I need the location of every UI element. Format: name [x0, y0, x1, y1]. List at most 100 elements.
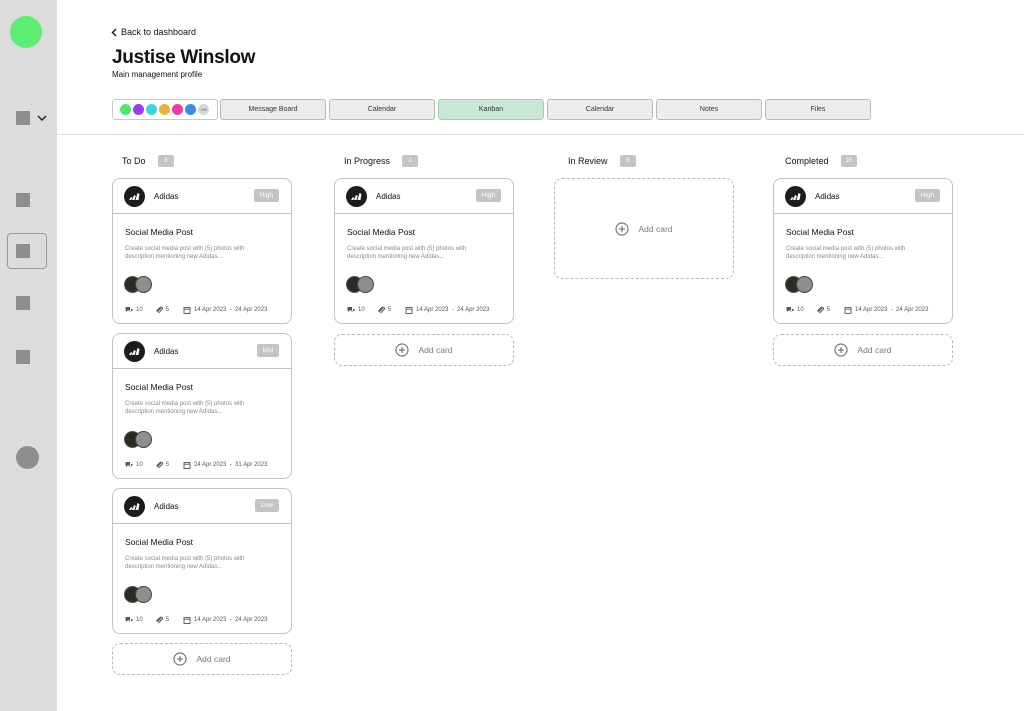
plus-circle-icon: [615, 221, 630, 236]
card-dates: 14 Apr 2023 - 24 Apr 2023: [855, 307, 929, 313]
card-header: Adidas High: [774, 179, 952, 214]
calendar-icon: [183, 307, 191, 314]
back-to-dashboard-link[interactable]: Back to dashboard: [111, 27, 196, 37]
card-assignees[interactable]: [785, 276, 821, 293]
sidebar-nav-icon-3[interactable]: [16, 296, 30, 310]
card-brand: Adidas: [376, 191, 401, 201]
member-avatar: [120, 104, 131, 115]
workspace-icon[interactable]: [16, 111, 30, 125]
plus-circle-icon: [173, 652, 188, 666]
column-title: In Progress: [344, 156, 391, 166]
column-header-completed: Completed 10: [785, 155, 857, 167]
comment-icon: [125, 307, 133, 312]
paperclip-icon: [155, 616, 163, 624]
column-title: To Do: [122, 156, 146, 166]
column-header-in-review: In Review 0: [568, 155, 636, 167]
app-logo[interactable]: [10, 16, 42, 48]
card-header: Adidas High: [335, 179, 513, 214]
card-description: Create social media post with (5) photos…: [125, 401, 245, 415]
chevron-left-icon: [111, 28, 117, 36]
column-header-todo: To Do 3: [122, 155, 174, 167]
card-dates: 14 Apr 2023 - 24 Apr 2023: [194, 617, 268, 623]
page-subtitle: Main management profile: [112, 70, 203, 79]
back-label: Back to dashboard: [121, 27, 197, 37]
attachment-count: 5: [165, 307, 170, 313]
task-card[interactable]: Adidas High Social Media Post Create soc…: [334, 178, 514, 324]
column-count-badge: 3: [157, 155, 174, 167]
attachment-count: 5: [165, 617, 170, 623]
task-card[interactable]: Adidas High Social Media Post Create soc…: [112, 178, 292, 324]
paperclip-icon: [155, 461, 163, 469]
add-card-button-todo[interactable]: Add card: [112, 643, 292, 675]
add-card-label: Add card: [638, 223, 673, 234]
card-description: Create social media post with (5) photos…: [786, 246, 906, 260]
add-card-button-in-review[interactable]: Add card: [554, 178, 734, 279]
card-dates: 14 Apr 2023 - 24 Apr 2023: [416, 307, 490, 313]
comment-count: 10: [136, 307, 143, 313]
card-description: Create social media post with (5) photos…: [125, 246, 245, 260]
card-brand: Adidas: [815, 191, 840, 201]
add-card-button-completed[interactable]: Add card: [773, 334, 953, 366]
priority-badge: High: [914, 189, 940, 202]
adidas-logo-icon: [124, 185, 145, 207]
card-header: Adidas High: [113, 179, 291, 214]
card-header: Adidas Mid: [113, 334, 291, 369]
chevron-down-icon[interactable]: [36, 112, 48, 124]
sidebar-nav-icon-2[interactable]: [16, 244, 30, 258]
task-card[interactable]: Adidas Low Social Media Post Create soci…: [112, 488, 292, 634]
task-card[interactable]: Adidas High Social Media Post Create soc…: [773, 178, 953, 324]
paperclip-icon: [816, 306, 824, 314]
tab-files[interactable]: Files: [765, 99, 871, 120]
priority-badge: Mid: [256, 344, 279, 357]
sidebar-nav-icon-1[interactable]: [16, 193, 30, 207]
more-members-badge: +99: [198, 104, 209, 115]
add-card-label: Add card: [196, 654, 231, 664]
sidebar: [0, 0, 57, 711]
plus-circle-icon: [395, 343, 410, 357]
member-avatar: [146, 104, 157, 115]
task-card[interactable]: Adidas Mid Social Media Post Create soci…: [112, 333, 292, 479]
member-avatar: [172, 104, 183, 115]
card-footer: 10 5 14 Apr 2023 - 24 Apr 2023: [125, 616, 285, 624]
sidebar-nav-icon-4[interactable]: [16, 350, 30, 364]
card-description: Create social media post with (5) photos…: [125, 556, 245, 570]
member-avatar: [185, 104, 196, 115]
comment-count: 10: [797, 307, 804, 313]
comment-count: 10: [136, 462, 143, 468]
tab-message-board[interactable]: Message Board: [220, 99, 326, 120]
calendar-icon: [405, 307, 413, 314]
tab-notes[interactable]: Notes: [656, 99, 762, 120]
card-dates: 14 Apr 2023 - 24 Apr 2023: [194, 307, 268, 313]
card-assignees[interactable]: [124, 276, 160, 293]
comment-count: 10: [358, 307, 365, 313]
card-brand: Adidas: [154, 346, 179, 356]
card-title: Social Media Post: [347, 227, 416, 237]
card-dates: 24 Apr 2023 - 31 Apr 2023: [194, 462, 268, 468]
user-avatar[interactable]: [16, 446, 39, 469]
assignee-avatar: [135, 586, 152, 603]
column-title: Completed: [785, 156, 829, 166]
priority-badge: High: [253, 189, 279, 202]
paperclip-icon: [155, 306, 163, 314]
tab-calendar[interactable]: Calendar: [329, 99, 435, 120]
card-footer: 10 5 24 Apr 2023 - 31 Apr 2023: [125, 461, 285, 469]
members-group[interactable]: +99: [112, 99, 218, 120]
card-assignees[interactable]: [124, 586, 160, 603]
tab-kanban[interactable]: Kanban: [438, 99, 544, 120]
paperclip-icon: [377, 306, 385, 314]
card-assignees[interactable]: [124, 431, 160, 448]
adidas-logo-icon: [346, 185, 367, 207]
comment-count: 10: [136, 617, 143, 623]
assignee-avatar: [357, 276, 374, 293]
attachment-count: 5: [165, 462, 170, 468]
card-assignees[interactable]: [346, 276, 382, 293]
card-title: Social Media Post: [125, 537, 194, 547]
plus-circle-icon: [834, 343, 849, 357]
card-title: Social Media Post: [786, 227, 855, 237]
add-card-button-in-progress[interactable]: Add card: [334, 334, 514, 366]
tab-calendar-2[interactable]: Calendar: [547, 99, 653, 120]
attachment-count: 5: [826, 307, 831, 313]
comment-icon: [347, 307, 355, 312]
column-header-in-progress: In Progress 2: [344, 155, 419, 167]
card-footer: 10 5 14 Apr 2023 - 24 Apr 2023: [347, 306, 507, 314]
